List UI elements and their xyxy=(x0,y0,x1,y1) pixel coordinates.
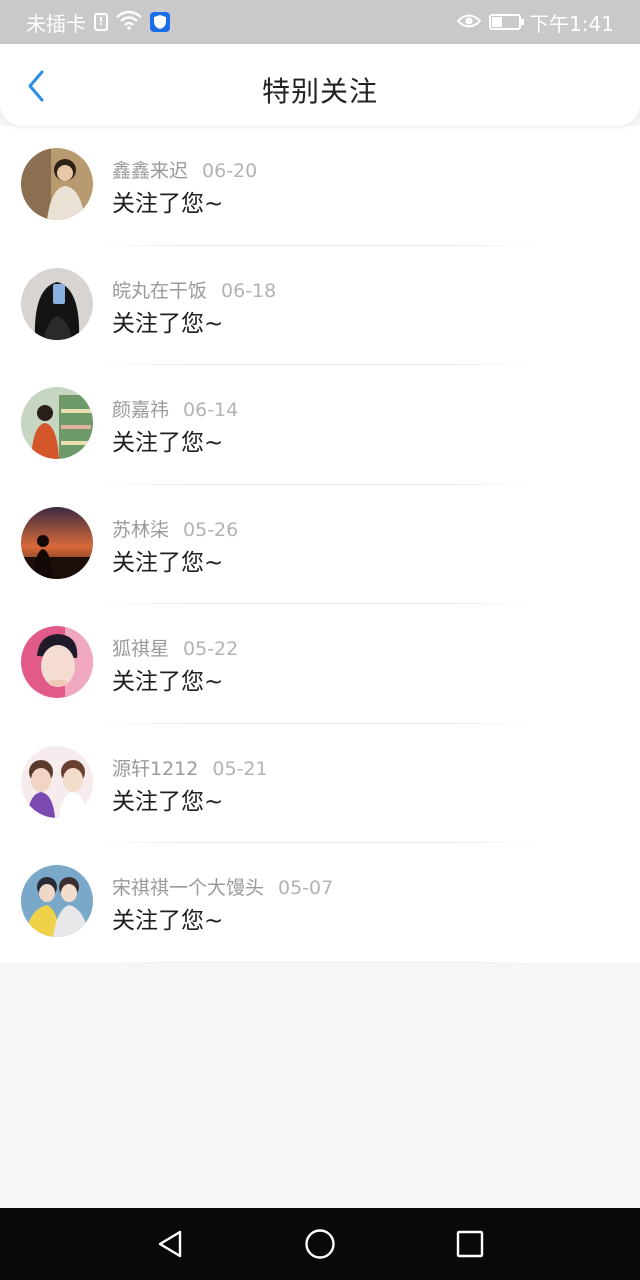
message-text: 关注了您~ xyxy=(112,549,224,576)
list-item[interactable]: 颜嘉祎 06-14 关注了您~ xyxy=(0,365,640,485)
user-name[interactable]: 颜嘉祎 xyxy=(112,399,169,421)
battery-icon xyxy=(489,14,525,30)
meta-line: 狐祺星 05-22 xyxy=(112,634,238,661)
battery-fill xyxy=(492,17,502,27)
meta-line: 宋祺祺一个大馒头 05-07 xyxy=(112,873,333,900)
message-text: 关注了您~ xyxy=(112,430,224,456)
avatar[interactable] xyxy=(21,267,93,340)
nav-back-button[interactable] xyxy=(150,1224,190,1264)
status-right: 下午1:41 xyxy=(456,8,614,37)
avatar[interactable] xyxy=(21,148,93,220)
page-title: 特别关注 xyxy=(261,75,378,108)
system-nav-bar xyxy=(0,1208,640,1280)
meta-line: 皖丸在干饭 06-18 xyxy=(112,276,276,303)
user-name[interactable]: 源轩1212 xyxy=(112,758,198,780)
date: 05-21 xyxy=(212,757,268,780)
clock-text: 下午1:41 xyxy=(529,11,614,36)
list-item[interactable]: 狐祺星 05-22 关注了您~ xyxy=(0,604,640,724)
meta-line: 鑫鑫来迟 06-20 xyxy=(112,156,257,183)
notification-list: 鑫鑫来迟 06-20 关注了您~ 皖丸在干饭 06-18 关注了您~ 颜嘉祎 0… xyxy=(0,126,640,963)
nav-home-button[interactable] xyxy=(300,1224,340,1264)
list-item[interactable]: 皖丸在干饭 06-18 关注了您~ xyxy=(0,246,640,365)
status-bar: 未插卡 ! 下午1:41 xyxy=(0,0,640,44)
triangle-back-icon xyxy=(158,1230,182,1258)
user-name[interactable]: 宋祺祺一个大馒头 xyxy=(112,877,264,899)
user-name[interactable]: 鑫鑫来迟 xyxy=(112,160,188,182)
user-name[interactable]: 苏林柒 xyxy=(112,519,169,541)
message-text: 关注了您~ xyxy=(112,669,224,695)
square-recents-icon xyxy=(456,1230,484,1258)
circle-home-icon xyxy=(305,1229,335,1259)
sim-alert-icon: ! xyxy=(94,13,108,31)
date: 05-26 xyxy=(183,518,239,541)
message-text: 关注了您~ xyxy=(112,908,224,934)
meta-line: 颜嘉祎 06-14 xyxy=(112,395,238,422)
wifi-icon xyxy=(116,10,142,35)
avatar[interactable] xyxy=(21,865,93,937)
user-name[interactable]: 皖丸在干饭 xyxy=(112,280,207,302)
list-item[interactable]: 源轩1212 05-21 关注了您~ xyxy=(0,724,640,843)
avatar[interactable] xyxy=(21,506,93,579)
date: 06-18 xyxy=(221,279,277,302)
date: 05-07 xyxy=(278,877,334,899)
meta-line: 苏林柒 05-26 xyxy=(112,515,238,542)
avatar[interactable] xyxy=(21,745,93,818)
message-text: 关注了您~ xyxy=(112,191,224,217)
message-text: 关注了您~ xyxy=(112,310,224,337)
status-left: 未插卡 ! xyxy=(26,8,170,37)
divider xyxy=(92,961,544,963)
date: 06-14 xyxy=(183,399,239,421)
header: 特别关注 xyxy=(0,44,640,126)
date: 05-22 xyxy=(183,638,239,660)
message-text: 关注了您~ xyxy=(112,788,224,815)
list-item[interactable]: 鑫鑫来迟 06-20 关注了您~ xyxy=(0,126,640,246)
list-item[interactable]: 宋祺祺一个大馒头 05-07 关注了您~ xyxy=(0,843,640,963)
shield-icon xyxy=(150,12,170,32)
nav-recents-button[interactable] xyxy=(450,1224,490,1264)
user-name[interactable]: 狐祺星 xyxy=(112,638,169,660)
meta-line: 源轩1212 05-21 xyxy=(112,754,268,781)
eye-icon xyxy=(456,10,482,34)
date: 06-20 xyxy=(202,160,258,182)
carrier-text: 未插卡 xyxy=(26,11,86,36)
avatar[interactable] xyxy=(21,387,93,459)
list-item[interactable]: 苏林柒 05-26 关注了您~ xyxy=(0,485,640,604)
avatar[interactable] xyxy=(21,626,93,698)
